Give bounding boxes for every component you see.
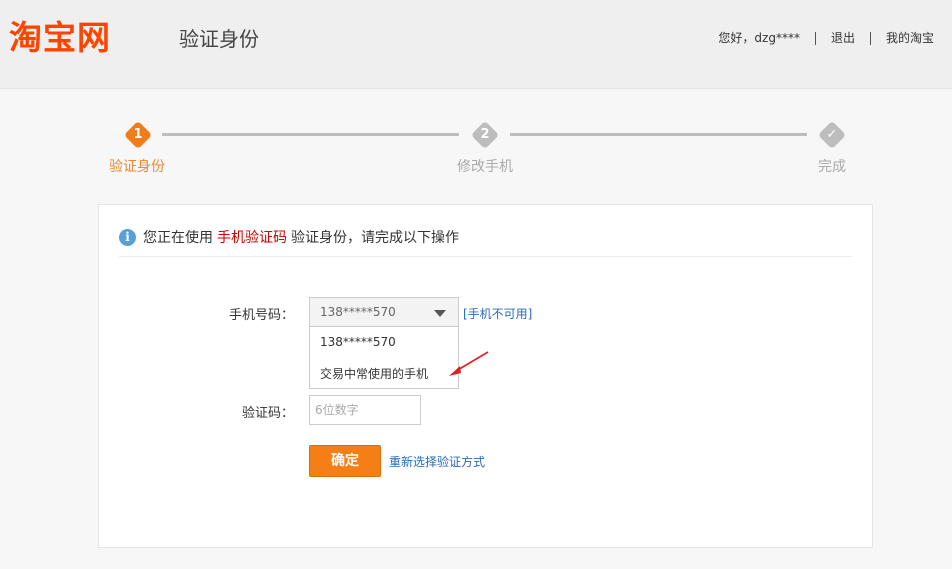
phone-selected-value: 138*****570 [320,305,396,319]
reselect-method-link[interactable]: 重新选择验证方式 [389,453,485,470]
dropdown-option[interactable]: 138*****570 [320,335,396,349]
step-connector [162,133,459,136]
taobao-logo[interactable]: 淘宝网 [9,14,111,62]
divider [119,256,852,257]
info-icon: i [119,228,136,246]
annotation-arrow [449,351,489,376]
phone-dropdown: 138*****570 交易中常使用的手机 [309,327,459,389]
phone-select[interactable]: 138*****570 [309,297,459,327]
notice-suffix: 验证身份，请完成以下操作 [291,230,459,246]
chevron-down-icon [434,310,446,317]
step-2-marker: 2 [470,120,500,150]
phone-unavailable-link[interactable]: [手机不可用] [463,305,532,322]
step-2-label: 修改手机 [457,159,513,175]
dropdown-option[interactable]: 交易中常使用的手机 [320,365,428,382]
confirm-button[interactable]: 确定 [309,445,381,477]
my-taobao-link[interactable]: 我的淘宝 [886,30,934,46]
logout-link[interactable]: 退出 [831,30,855,46]
step-3-label: 完成 [818,159,846,175]
step-1-marker: 1 [123,120,153,150]
verification-code-field[interactable] [309,395,421,425]
top-links: 您好，dzg**** 退出 我的淘宝 [718,30,934,46]
verification-code-input[interactable] [310,396,420,424]
notice: i 您正在使用 手机验证码 验证身份，请完成以下操作 [119,227,459,247]
step-2-number: 2 [480,127,490,142]
divider [869,31,871,45]
progress-steps: 1 2 ✓ 验证身份 修改手机 完成 [0,90,952,190]
step-1-number: 1 [133,127,143,142]
step-1-label: 验证身份 [109,159,165,175]
main-content: 1 2 ✓ 验证身份 修改手机 完成 i 您正在使用 手机验证码 验证身份，请完… [0,90,952,569]
phone-label: 手机号码： [228,308,294,323]
verify-panel: i 您正在使用 手机验证码 验证身份，请完成以下操作 手机号码： 138****… [98,204,873,548]
divider [814,31,816,45]
header: 淘宝网 验证身份 您好，dzg**** 退出 我的淘宝 [0,0,952,89]
code-label: 验证码： [241,406,294,421]
check-icon: ✓ [826,127,838,142]
notice-prefix: 您正在使用 [143,230,213,246]
notice-highlight: 手机验证码 [217,230,287,246]
step-connector [510,133,807,136]
step-3-marker: ✓ [817,120,847,150]
page-title: 验证身份 [179,27,259,51]
user-greeting[interactable]: 您好，dzg**** [718,30,800,46]
